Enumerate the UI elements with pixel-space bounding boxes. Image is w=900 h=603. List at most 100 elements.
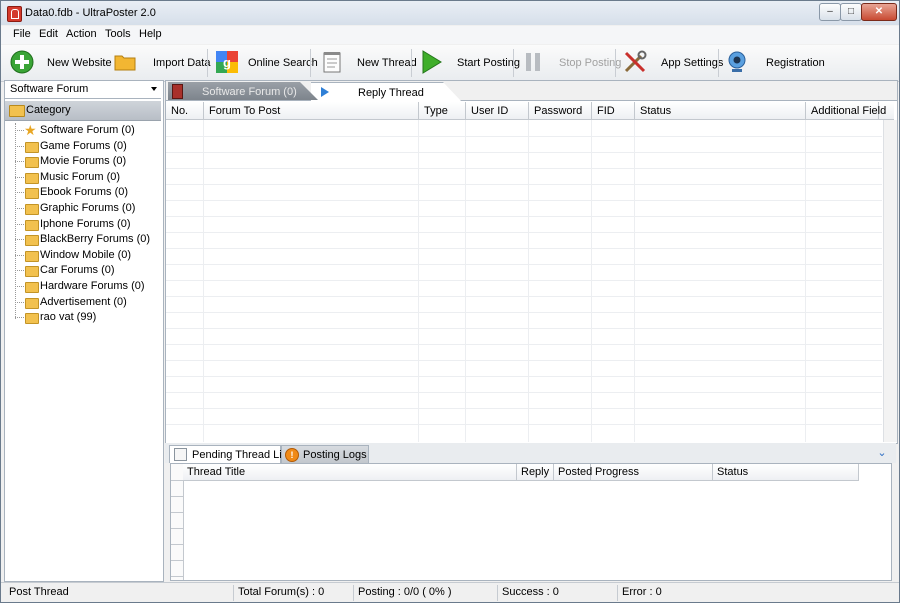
- app-window: Data0.fdb - UltraPoster 2.0 – □ ✕ File E…: [0, 0, 900, 603]
- column-header-status[interactable]: Status: [635, 102, 806, 119]
- category-title: Category: [26, 104, 71, 116]
- webcam-icon[interactable]: [725, 50, 749, 74]
- tools-icon[interactable]: [623, 50, 647, 74]
- maximize-button[interactable]: □: [840, 3, 862, 21]
- tab-label: Posting Logs: [303, 449, 367, 461]
- toolbar: New Website Import Data g Online Search …: [1, 45, 899, 82]
- grid-header: No. Forum To Post Type User ID Password …: [166, 102, 894, 120]
- grid-row-line: [166, 136, 882, 137]
- pending-grid-header: Thread Title Reply Posted Progress Statu…: [183, 464, 859, 481]
- online-search-button[interactable]: Online Search: [248, 57, 318, 69]
- menu-tools[interactable]: Tools: [105, 28, 131, 40]
- column-header-thread-title[interactable]: Thread Title: [183, 464, 517, 480]
- category-item[interactable]: Music Forum (0): [5, 170, 161, 185]
- category-item[interactable]: Iphone Forums (0): [5, 217, 161, 232]
- menu-action[interactable]: Action: [66, 28, 97, 40]
- status-separator: [353, 585, 354, 601]
- notepad-icon[interactable]: [320, 50, 344, 74]
- folder-icon: [25, 297, 39, 309]
- column-header-reply[interactable]: Reply: [517, 464, 554, 480]
- category-item[interactable]: Advertisement (0): [5, 295, 161, 310]
- category-item-label: Software Forum (0): [40, 124, 135, 136]
- forum-select[interactable]: Software Forum: [5, 81, 161, 99]
- category-item[interactable]: Car Forums (0): [5, 263, 161, 278]
- grid-row-line: [166, 360, 882, 361]
- grid-row-line: [166, 152, 882, 153]
- category-item-label: Ebook Forums (0): [40, 186, 129, 199]
- tab-label: Pending Thread List: [192, 449, 291, 461]
- toolbar-separator: [718, 49, 719, 77]
- grid-row-line: [166, 264, 882, 265]
- column-header-forum[interactable]: Forum To Post: [204, 102, 419, 119]
- minimize-button[interactable]: –: [819, 3, 841, 21]
- chevron-down-icon[interactable]: [151, 87, 157, 91]
- tree-connector: [15, 254, 24, 256]
- google-search-icon[interactable]: g: [215, 50, 239, 74]
- grid-row-line: [166, 200, 882, 201]
- collapse-chevron-icon[interactable]: ⌄: [875, 446, 889, 460]
- category-item[interactable]: Window Mobile (0): [5, 248, 161, 263]
- folder-icon: [25, 204, 39, 215]
- category-item-label: Car Forums (0): [40, 264, 115, 277]
- warning-icon: !: [285, 448, 299, 462]
- app-lock-icon: [7, 6, 22, 22]
- grid-row-line: [166, 408, 882, 409]
- column-header-progress[interactable]: Progress: [591, 464, 713, 480]
- new-thread-button[interactable]: New Thread: [357, 57, 417, 69]
- column-header-password[interactable]: Password: [529, 102, 592, 119]
- folder-icon: [25, 266, 39, 278]
- tab-reply-thread[interactable]: Reply Thread: [311, 82, 461, 101]
- tab-posting-logs[interactable]: ! Posting Logs: [281, 445, 369, 463]
- category-item-label: Game Forums (0): [40, 139, 127, 152]
- registration-button[interactable]: Registration: [766, 57, 825, 69]
- category-item-label: BlackBerry Forums (0): [40, 233, 151, 246]
- add-circle-icon[interactable]: [10, 50, 34, 74]
- tree-connector: [15, 161, 24, 163]
- menu-help[interactable]: Help: [139, 28, 162, 40]
- close-button[interactable]: ✕: [861, 3, 897, 21]
- category-item[interactable]: Movie Forums (0): [5, 154, 161, 169]
- new-website-button[interactable]: New Website: [47, 57, 112, 69]
- status-separator: [497, 585, 498, 601]
- book-icon: [172, 84, 183, 99]
- import-data-button[interactable]: Import Data: [153, 57, 210, 69]
- folder-icon: [25, 235, 39, 247]
- app-settings-button[interactable]: App Settings: [661, 57, 723, 69]
- folder-icon: [25, 157, 39, 169]
- column-header-status[interactable]: Status: [713, 464, 859, 480]
- tree-connector: [15, 301, 24, 303]
- category-item-label: Graphic Forums (0): [40, 202, 136, 214]
- column-header-type[interactable]: Type: [419, 102, 466, 119]
- column-header-fid[interactable]: FID: [592, 102, 635, 119]
- grid-row-line: [166, 392, 882, 393]
- pending-thread-grid: Thread Title Reply Posted Progress Statu…: [170, 463, 892, 581]
- category-item[interactable]: Game Forums (0): [5, 139, 161, 154]
- forum-grid-body: [166, 120, 882, 442]
- category-item[interactable]: rao vat (99): [5, 310, 161, 325]
- play-icon[interactable]: [419, 50, 443, 74]
- column-header-posted[interactable]: Posted: [554, 464, 592, 480]
- tab-software-forum[interactable]: Software Forum (0): [168, 82, 318, 100]
- folder-icon: [25, 282, 39, 293]
- category-item[interactable]: BlackBerry Forums (0): [5, 232, 161, 247]
- grid-row-line: [166, 216, 882, 217]
- tab-pending-thread-list[interactable]: Pending Thread List: [169, 445, 290, 463]
- column-header-user-id[interactable]: User ID: [466, 102, 529, 119]
- tree-connector: [15, 145, 24, 147]
- category-item[interactable]: Graphic Forums (0): [5, 201, 161, 216]
- row-selector-line: [171, 512, 183, 513]
- category-item[interactable]: ★ Software Forum (0): [5, 122, 161, 138]
- column-header-no[interactable]: No.: [166, 102, 204, 119]
- toolbar-separator: [615, 49, 616, 77]
- vertical-scrollbar[interactable]: [883, 120, 897, 442]
- tab-bar: Reply Thread Software Forum (0): [166, 81, 897, 101]
- star-icon: ★: [24, 122, 37, 138]
- column-header-additional[interactable]: Additional Field: [806, 102, 886, 119]
- row-selector-line: [171, 496, 183, 497]
- category-item[interactable]: Hardware Forums (0): [5, 279, 161, 294]
- folder-icon[interactable]: [113, 50, 137, 74]
- menu-file[interactable]: File: [13, 28, 31, 40]
- category-item[interactable]: Ebook Forums (0): [5, 185, 161, 200]
- start-posting-button[interactable]: Start Posting: [457, 57, 520, 69]
- menu-edit[interactable]: Edit: [39, 28, 58, 40]
